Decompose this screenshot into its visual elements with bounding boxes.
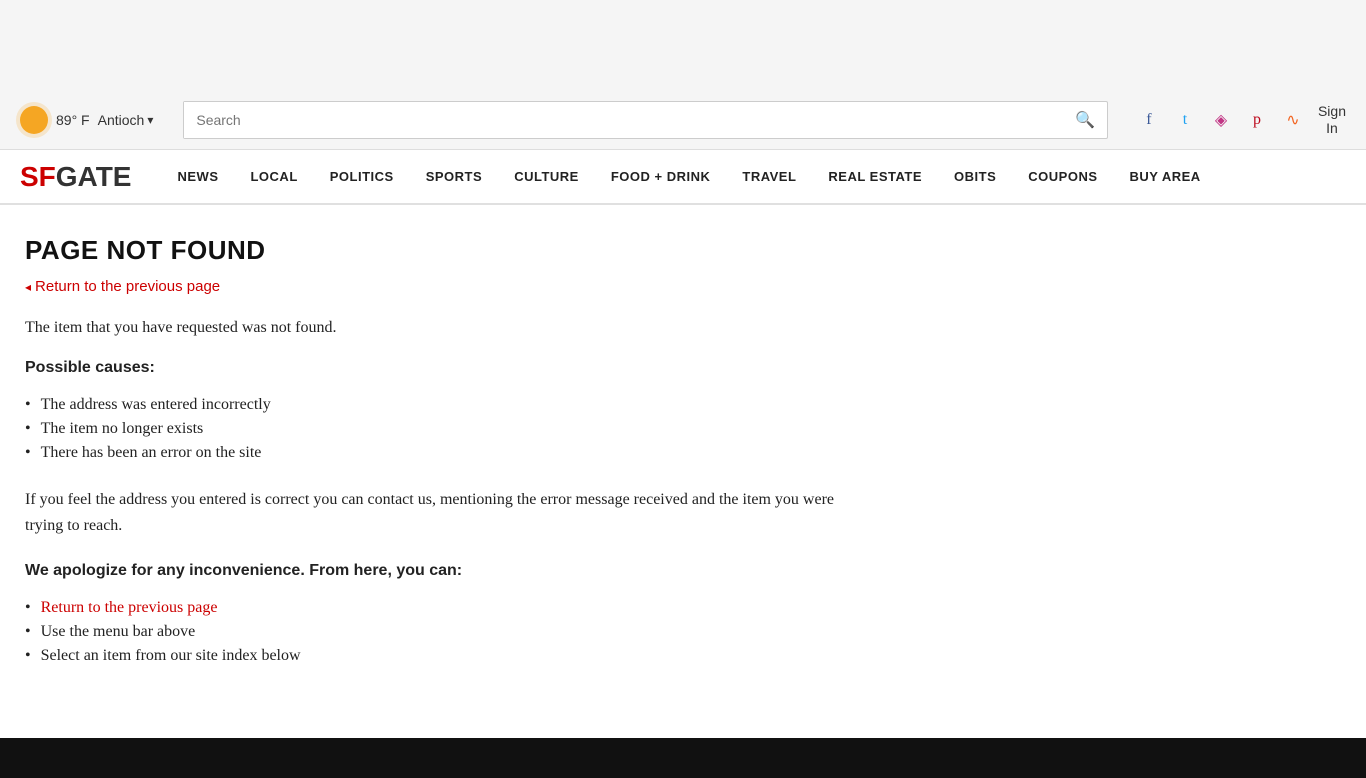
cause-item: The address was entered incorrectly	[25, 393, 875, 417]
social-area: f t ◈ p ∿ Sign In	[1138, 103, 1346, 137]
nav-item-culture[interactable]: CULTURE	[498, 149, 595, 204]
search-area: 🔍	[183, 101, 1108, 139]
rss-icon[interactable]: ∿	[1282, 109, 1304, 131]
cause-item: The item no longer exists	[25, 417, 875, 441]
contact-text: If you feel the address you entered is c…	[25, 487, 875, 538]
logo-gate: GATE	[56, 161, 132, 192]
main-content: PAGE NOT FOUND Return to the previous pa…	[0, 205, 900, 698]
site-logo[interactable]: SFGATE	[20, 161, 131, 193]
nav-item-coupons[interactable]: COUPONS	[1012, 149, 1113, 204]
search-input[interactable]	[184, 102, 1063, 138]
footer-bar	[0, 738, 1366, 778]
cause-item: There has been an error on the site	[25, 441, 875, 465]
ad-banner	[0, 0, 1366, 90]
option-link[interactable]: Return to the previous page	[41, 599, 218, 617]
sign-in-button[interactable]: Sign In	[1318, 103, 1346, 137]
pinterest-icon[interactable]: p	[1246, 109, 1268, 131]
nav-item-politics[interactable]: POLITICS	[314, 149, 410, 204]
nav-bar: SFGATE NEWSLOCALPOLITICSSPORTSCULTUREFOO…	[0, 150, 1366, 205]
option-item: Use the menu bar above	[25, 620, 875, 644]
nav-menu: NEWSLOCALPOLITICSSPORTSCULTUREFOOD + DRI…	[161, 149, 1216, 204]
nav-item-obits[interactable]: OBITS	[938, 149, 1012, 204]
nav-item-local[interactable]: LOCAL	[234, 149, 313, 204]
not-found-description: The item that you have requested was not…	[25, 319, 875, 337]
causes-list: The address was entered incorrectlyThe i…	[25, 393, 875, 465]
weather-area: 89° F Antioch	[20, 106, 153, 134]
weather-temp: 89° F	[56, 112, 90, 128]
nav-item-fooddrink[interactable]: FOOD + DRINK	[595, 149, 727, 204]
options-list: Return to the previous page Use the menu …	[25, 596, 875, 668]
facebook-icon[interactable]: f	[1138, 109, 1160, 131]
top-bar: 89° F Antioch 🔍 f t ◈ p ∿ Sign In	[0, 90, 1366, 150]
nav-item-news[interactable]: NEWS	[161, 149, 234, 204]
instagram-icon[interactable]: ◈	[1210, 109, 1232, 131]
nav-item-travel[interactable]: TRAVEL	[726, 149, 812, 204]
option-item[interactable]: Return to the previous page	[25, 596, 875, 620]
option-item: Select an item from our site index below	[25, 644, 875, 668]
search-form: 🔍	[183, 101, 1108, 139]
page-title: PAGE NOT FOUND	[25, 235, 875, 266]
twitter-icon[interactable]: t	[1174, 109, 1196, 131]
possible-causes-title: Possible causes:	[25, 359, 875, 377]
apologize-title: We apologize for any inconvenience. From…	[25, 562, 875, 580]
weather-location[interactable]: Antioch	[98, 112, 154, 128]
nav-item-realestate[interactable]: REAL ESTATE	[812, 149, 938, 204]
back-link[interactable]: Return to the previous page	[25, 278, 875, 295]
logo-sf: SF	[20, 161, 56, 192]
nav-item-sports[interactable]: SPORTS	[410, 149, 498, 204]
search-button[interactable]: 🔍	[1063, 102, 1107, 138]
nav-item-buyarea[interactable]: BUY AREA	[1114, 149, 1217, 204]
sun-icon	[20, 106, 48, 134]
